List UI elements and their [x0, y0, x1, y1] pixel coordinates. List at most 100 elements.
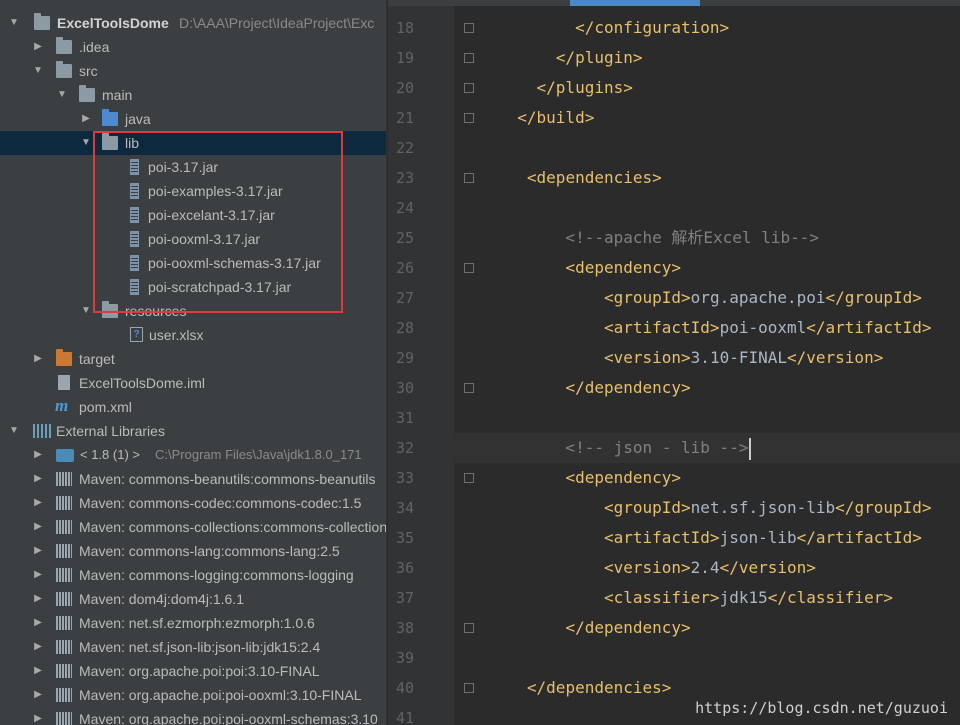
panel-header: [0, 0, 386, 8]
tree-item-target[interactable]: ▶ target: [0, 347, 386, 371]
expand-arrow-icon[interactable]: ▶: [32, 539, 44, 563]
code-line[interactable]: </configuration>: [498, 13, 729, 43]
tree-item-label: Maven: net.sf.json-lib:json-lib:jdk15:2.…: [79, 639, 321, 655]
code-line[interactable]: </dependency>: [498, 373, 690, 403]
line-number: 31: [395, 409, 414, 427]
fold-marker-icon[interactable]: [464, 383, 474, 393]
tree-item-maven-lib[interactable]: ▶ Maven: org.apache.poi:poi-ooxml-schema…: [0, 707, 386, 725]
fold-marker-icon[interactable]: [464, 623, 474, 633]
tree-item-pom[interactable]: m pom.xml: [0, 395, 386, 419]
tree-item-external-libraries[interactable]: ▼ External Libraries: [0, 419, 386, 443]
code-line[interactable]: <dependency>: [498, 253, 681, 283]
expand-arrow-icon[interactable]: ▶: [32, 491, 44, 515]
line-number: 18: [395, 19, 414, 37]
expand-arrow-icon[interactable]: ▶: [32, 635, 44, 659]
folder-icon: [79, 85, 95, 102]
expand-arrow-icon[interactable]: ▼: [56, 83, 68, 107]
code-line[interactable]: <groupId>org.apache.poi</groupId>: [498, 283, 922, 313]
code-line[interactable]: <version>2.4</version>: [498, 553, 816, 583]
expand-arrow-icon[interactable]: ▶: [32, 443, 44, 467]
active-tab-indicator[interactable]: [570, 0, 700, 6]
expand-arrow-icon[interactable]: ▶: [32, 659, 44, 683]
module-file-icon: [58, 375, 70, 390]
line-number: 33: [395, 469, 414, 487]
expand-arrow-icon[interactable]: ▶: [32, 347, 44, 371]
expand-arrow-icon[interactable]: ▶: [80, 107, 92, 131]
tree-item-maven-lib[interactable]: ▶ Maven: commons-codec:commons-codec:1.5: [0, 491, 386, 515]
line-number: 29: [395, 349, 414, 367]
code-line[interactable]: <artifactId>json-lib</artifactId>: [498, 523, 922, 553]
tree-item-maven-lib[interactable]: ▶ Maven: commons-lang:commons-lang:2.5: [0, 539, 386, 563]
tree-item-maven-lib[interactable]: ▶ Maven: dom4j:dom4j:1.6.1: [0, 587, 386, 611]
tree-item-java[interactable]: ▶ java: [0, 107, 386, 131]
tree-item-label: Maven: commons-codec:commons-codec:1.5: [79, 495, 362, 511]
library-icon: [56, 688, 72, 702]
tree-item-maven-lib[interactable]: ▶ Maven: commons-collections:commons-col…: [0, 515, 386, 539]
tree-item-label: user.xlsx: [149, 327, 204, 343]
tree-item-project-root[interactable]: ▼ ExcelToolsDome D:\AAA\Project\IdeaProj…: [0, 11, 386, 35]
expand-arrow-icon[interactable]: ▶: [32, 683, 44, 707]
code-line[interactable]: <version>3.10-FINAL</version>: [498, 343, 883, 373]
tree-item-jdk[interactable]: ▶ < 1.8 (1) > C:\Program Files\Java\jdk1…: [0, 443, 386, 467]
tree-item-maven-lib[interactable]: ▶ Maven: commons-logging:commons-logging: [0, 563, 386, 587]
tree-item-label: Maven: net.sf.ezmorph:ezmorph:1.0.6: [79, 615, 315, 631]
code-line[interactable]: <groupId>net.sf.json-lib</groupId>: [498, 493, 932, 523]
code-line[interactable]: </dependency>: [498, 613, 690, 643]
tree-item-maven-lib[interactable]: ▶ Maven: commons-beanutils:commons-beanu…: [0, 467, 386, 491]
expand-arrow-icon[interactable]: ▼: [8, 419, 20, 443]
tree-item-idea[interactable]: ▶ .idea: [0, 35, 386, 59]
fold-marker-icon[interactable]: [464, 473, 474, 483]
code-line[interactable]: <artifactId>poi-ooxml</artifactId>: [498, 313, 932, 343]
fold-marker-icon[interactable]: [464, 173, 474, 183]
expand-arrow-icon[interactable]: ▶: [32, 35, 44, 59]
tree-item-main[interactable]: ▼ main: [0, 83, 386, 107]
tree-item-label: target: [79, 351, 115, 367]
expand-arrow-icon[interactable]: ▼: [80, 299, 92, 323]
highlight-box: [93, 131, 343, 313]
code-line[interactable]: <dependency>: [498, 463, 681, 493]
expand-arrow-icon[interactable]: ▶: [32, 587, 44, 611]
code-line[interactable]: </plugin>: [498, 43, 643, 73]
code-line[interactable]: </dependencies>: [498, 673, 672, 703]
expand-arrow-icon[interactable]: ▼: [32, 59, 44, 83]
tree-item-label: Maven: org.apache.poi:poi-ooxml-schemas:…: [79, 711, 378, 725]
watermark: https://blog.csdn.net/guzuoi: [695, 699, 948, 717]
code-line[interactable]: <!-- json - lib -->: [498, 433, 752, 463]
fold-marker-icon[interactable]: [464, 23, 474, 33]
tree-item-maven-lib[interactable]: ▶ Maven: net.sf.json-lib:json-lib:jdk15:…: [0, 635, 386, 659]
code-line[interactable]: </build>: [498, 103, 594, 133]
source-folder-icon: [102, 109, 118, 126]
expand-arrow-icon[interactable]: ▶: [32, 467, 44, 491]
library-icon: [56, 520, 72, 534]
code-line[interactable]: <dependencies>: [498, 163, 662, 193]
library-icon: [56, 496, 72, 510]
line-number: 35: [395, 529, 414, 547]
expand-arrow-icon[interactable]: ▶: [32, 611, 44, 635]
tree-item-iml[interactable]: ExcelToolsDome.iml: [0, 371, 386, 395]
code-line[interactable]: </plugins>: [498, 73, 633, 103]
tree-item-user-xlsx[interactable]: ? user.xlsx: [0, 323, 386, 347]
unknown-file-icon: ?: [130, 327, 143, 342]
expand-arrow-icon[interactable]: ▶: [32, 707, 44, 725]
code-line[interactable]: <classifier>jdk15</classifier>: [498, 583, 893, 613]
fold-marker-icon[interactable]: [464, 113, 474, 123]
fold-marker-icon[interactable]: [464, 83, 474, 93]
tree-item-maven-lib[interactable]: ▶ Maven: org.apache.poi:poi-ooxml:3.10-F…: [0, 683, 386, 707]
library-icon: [56, 544, 72, 558]
line-number: 36: [395, 559, 414, 577]
tree-item-maven-lib[interactable]: ▶ Maven: org.apache.poi:poi:3.10-FINAL: [0, 659, 386, 683]
expand-arrow-icon[interactable]: ▼: [80, 131, 92, 155]
line-number: 23: [395, 169, 414, 187]
expand-arrow-icon[interactable]: ▼: [8, 11, 20, 35]
code-line[interactable]: <!--apache 解析Excel lib-->: [498, 223, 819, 253]
code-editor[interactable]: 18 </configuration> 19 </plugin> 20 </plug…: [388, 0, 960, 725]
line-number: 34: [395, 499, 414, 517]
tree-item-src[interactable]: ▼ src: [0, 59, 386, 83]
fold-marker-icon[interactable]: [464, 683, 474, 693]
tree-item-label: < 1.8 (1) >: [80, 447, 140, 462]
fold-marker-icon[interactable]: [464, 263, 474, 273]
expand-arrow-icon[interactable]: ▶: [32, 563, 44, 587]
tree-item-maven-lib[interactable]: ▶ Maven: net.sf.ezmorph:ezmorph:1.0.6: [0, 611, 386, 635]
expand-arrow-icon[interactable]: ▶: [32, 515, 44, 539]
fold-marker-icon[interactable]: [464, 53, 474, 63]
